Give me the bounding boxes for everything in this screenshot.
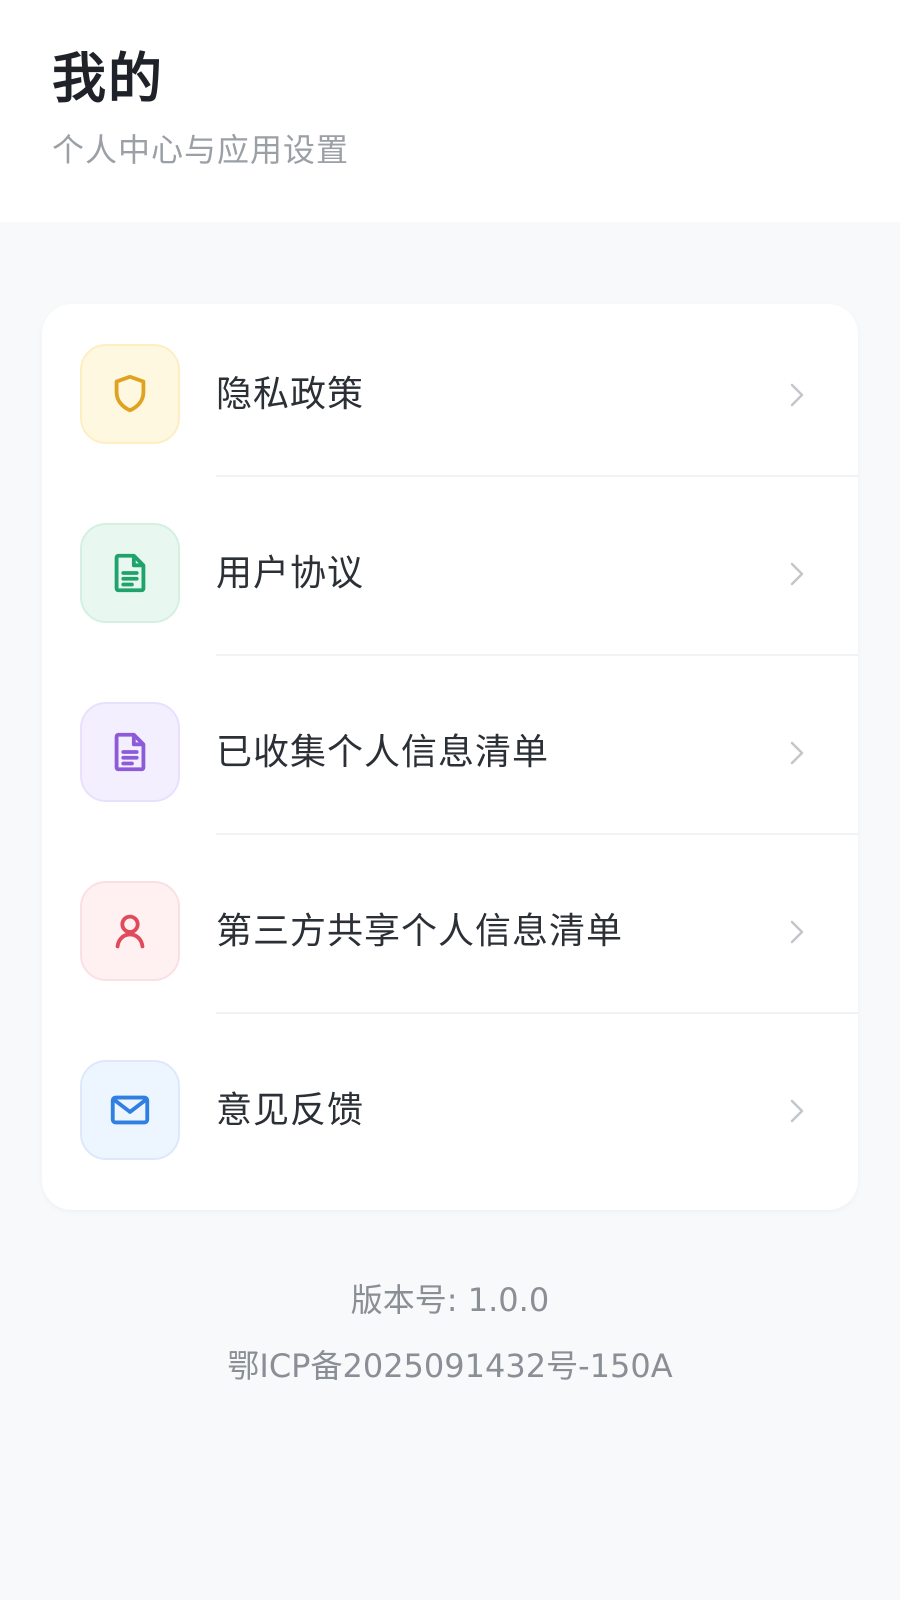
menu-item-privacy-policy[interactable]: 隐私政策 <box>42 304 858 486</box>
divider <box>216 654 858 656</box>
menu-item-label: 意见反馈 <box>216 1090 365 1131</box>
document-icon <box>114 732 146 772</box>
mail-icon <box>110 1095 150 1125</box>
menu-item-label: 用户协议 <box>216 553 365 594</box>
menu-item-label: 第三方共享个人信息清单 <box>216 911 624 952</box>
version-text: 版本号: 1.0.0 <box>350 1281 550 1319</box>
menu-item-third-party-share-list[interactable]: 第三方共享个人信息清单 <box>42 841 858 1023</box>
menu-item-user-agreement[interactable]: 用户协议 <box>42 483 858 665</box>
page-title: 我的 <box>52 47 164 110</box>
menu-item-label: 已收集个人信息清单 <box>216 732 550 773</box>
agreement-icon-box <box>80 523 180 623</box>
user-icon <box>115 914 145 949</box>
chevron-right-icon <box>790 562 804 586</box>
shield-icon <box>114 374 146 413</box>
feedback-icon-box <box>80 1060 180 1160</box>
settings-menu-card: 隐私政策 用户协议 已收集个人信息清单 第三方共享个人信息清单 意见反馈 <box>42 304 858 1210</box>
third-party-icon-box <box>80 881 180 981</box>
privacy-icon-box <box>80 344 180 444</box>
page-subtitle: 个人中心与应用设置 <box>52 131 350 169</box>
menu-item-collected-info-list[interactable]: 已收集个人信息清单 <box>42 662 858 844</box>
collected-info-icon-box <box>80 702 180 802</box>
chevron-right-icon <box>790 1099 804 1123</box>
chevron-right-icon <box>790 920 804 944</box>
divider <box>216 1012 858 1014</box>
menu-item-feedback[interactable]: 意见反馈 <box>42 1020 858 1202</box>
divider <box>216 475 858 477</box>
menu-item-label: 隐私政策 <box>216 374 365 415</box>
document-icon <box>114 553 146 593</box>
divider <box>216 833 858 835</box>
chevron-right-icon <box>790 383 804 407</box>
page-header: 我的 个人中心与应用设置 <box>0 0 900 222</box>
chevron-right-icon <box>790 741 804 765</box>
icp-record-text: 鄂ICP备2025091432号-150A <box>227 1347 673 1385</box>
